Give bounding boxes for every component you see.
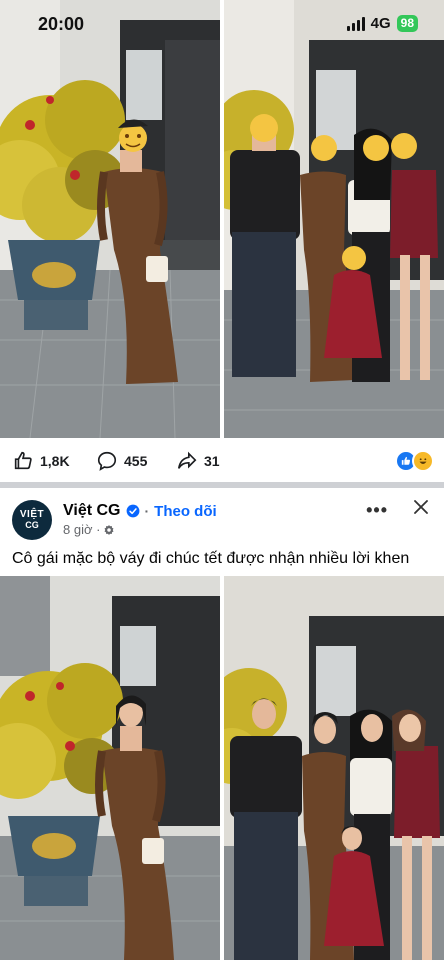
comment-count: 455	[124, 453, 148, 469]
share-arrow-icon	[177, 451, 197, 469]
verified-badge-icon	[126, 504, 139, 518]
page-name-row: Việt CG · Theo dõi	[63, 502, 217, 520]
battery-icon: 98	[396, 15, 418, 32]
post-meta: 8 giờ ·	[63, 522, 115, 537]
share-count: 31	[204, 453, 220, 469]
follow-button[interactable]: Theo dõi	[154, 503, 217, 520]
globe-settings-icon	[104, 524, 114, 535]
reaction-summary[interactable]	[395, 450, 434, 472]
post-time[interactable]: 8 giờ ·	[63, 522, 100, 537]
photo-group-top[interactable]	[224, 0, 444, 438]
page-avatar[interactable]: VIỆT CG	[12, 500, 52, 540]
comment-bubble-icon	[97, 451, 117, 471]
thumbs-up-icon	[14, 451, 32, 470]
battery-level: 98	[400, 16, 414, 30]
like-count: 1,8K	[40, 453, 70, 469]
status-time: 20:00	[38, 14, 85, 34]
haha-reaction-icon	[412, 450, 434, 472]
page-name[interactable]: Việt CG	[63, 502, 121, 520]
like-button[interactable]: 1,8K	[12, 450, 70, 472]
feed-divider	[0, 482, 444, 488]
separator-dot: ·	[144, 503, 150, 519]
photo-group-bottom[interactable]	[224, 576, 444, 960]
close-icon[interactable]	[412, 498, 430, 516]
more-dots-icon[interactable]: •••	[366, 500, 388, 521]
status-indicators: 4G 98	[346, 15, 418, 32]
network-type: 4G	[370, 15, 391, 32]
comment-button[interactable]: 455	[96, 450, 147, 472]
photo-woman-brown-dress-top[interactable]	[0, 0, 220, 438]
photo-woman-brown-dress-bottom[interactable]	[0, 576, 220, 960]
avatar-text-bottom: CG	[25, 520, 39, 530]
post-caption: Cô gái mặc bộ váy đi chúc tết được nhận …	[12, 550, 410, 567]
signal-icon	[346, 16, 365, 31]
share-button[interactable]: 31	[176, 450, 220, 472]
post-reaction-bar: 1,8K 455 31	[0, 438, 444, 482]
avatar-text-top: VIỆT	[19, 509, 45, 520]
